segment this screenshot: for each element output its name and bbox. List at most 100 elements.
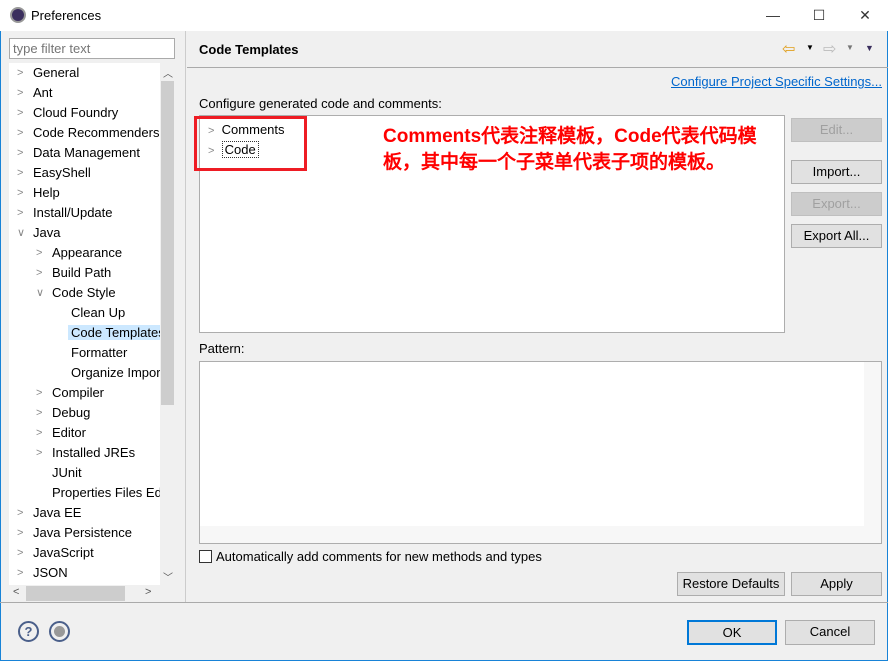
tree-item[interactable]: Formatter [71,343,127,363]
scroll-thumb[interactable] [161,81,174,405]
expand-icon[interactable]: > [36,263,46,283]
expand-icon[interactable]: > [36,383,46,403]
tree-item-label: JUnit [52,465,82,480]
tree-item[interactable]: > Cloud Foundry [17,103,119,123]
tree-item[interactable]: > Java EE [17,503,81,523]
collapse-icon[interactable]: ∨ [17,223,27,243]
tree-item[interactable]: Properties Files Editor [52,483,160,503]
tree-item[interactable]: ∨ Java [17,223,60,243]
tree-item[interactable]: > Java Persistence [17,523,132,543]
footer-separator [0,602,888,603]
expand-icon[interactable]: > [36,243,46,263]
apply-button[interactable]: Apply [791,572,882,596]
preferences-tree: > General > Ant > Cloud Foundry > Code Recommen… [9,63,160,585]
scroll-right-icon[interactable]: > [145,586,151,598]
cancel-button[interactable]: Cancel [785,620,875,645]
scroll-up-icon[interactable]: ︿ [163,65,173,80]
export-button[interactable]: Export... [791,192,882,216]
tree-item[interactable]: Organize Imports [71,363,160,383]
minimize-button[interactable]: — [750,0,796,31]
maximize-button[interactable]: ☐ [796,0,842,31]
tree-vertical-scrollbar[interactable]: ︿ ﹀ [160,63,175,585]
pattern-editor[interactable] [199,361,882,544]
window-title: Preferences [31,8,102,23]
forward-icon[interactable]: ⇨ [823,39,836,59]
pattern-vertical-scrollbar[interactable] [864,362,881,526]
import-button[interactable]: Import... [791,160,882,184]
collapse-icon[interactable]: ∨ [36,283,46,303]
h-scroll-thumb[interactable] [26,586,125,601]
view-menu-icon[interactable]: ▼ [865,43,874,53]
tree-item-label: JavaScript [33,545,94,560]
tree-item-label: Code Recommenders [33,125,160,140]
scroll-down-icon[interactable]: ﹀ [163,569,173,584]
expand-icon[interactable]: > [17,203,27,223]
help-icon[interactable]: ? [18,621,39,642]
tree-item[interactable]: ∨ Code Style [36,283,116,303]
tree-item-label: JSON [33,565,68,580]
tree-item[interactable]: > Installed JREs [36,443,136,463]
tree-item-label: Editor [52,425,86,440]
tree-item-label: General [33,65,80,80]
expand-icon[interactable]: > [17,523,27,543]
expand-icon[interactable]: > [17,123,27,143]
tree-item[interactable]: > Help [17,183,60,203]
tree-item[interactable]: > General [17,63,80,83]
tree-item-label: Formatter [71,345,128,360]
expand-icon[interactable]: > [17,563,27,583]
expand-icon[interactable]: > [17,183,27,203]
ok-button[interactable]: OK [687,620,777,645]
back-icon[interactable]: ⇦ [782,39,795,59]
expand-icon[interactable]: > [36,423,46,443]
tree-item[interactable]: Code Templates [68,323,160,343]
tree-item[interactable]: JUnit [52,463,82,483]
restore-defaults-button[interactable]: Restore Defaults [677,572,785,596]
tree-item[interactable]: > JavaScript [17,543,94,563]
tree-item[interactable]: > Editor [36,423,86,443]
tree-item[interactable]: > Appearance [36,243,122,263]
tree-item[interactable]: Clean Up [71,303,125,323]
title-bar: Preferences — ☐ ✕ [0,0,888,31]
tree-item-label: Install/Update [33,205,113,220]
expand-icon[interactable]: > [17,543,27,563]
tree-item-label: Organize Imports [71,365,160,380]
export-all-button[interactable]: Export All... [791,224,882,248]
tree-horizontal-scrollbar[interactable]: < > [9,585,175,602]
eclipse-icon [10,7,26,23]
auto-comments-checkbox[interactable] [199,550,212,563]
back-menu-icon[interactable]: ▼ [806,43,814,52]
expand-icon[interactable]: > [17,143,27,163]
tree-item[interactable]: > Debug [36,403,91,423]
tree-item-label: Ant [33,85,53,100]
tree-item[interactable]: > Code Recommenders [17,123,160,143]
tree-item[interactable]: > Compiler [36,383,104,403]
tree-item[interactable]: > JSON [17,563,68,583]
expand-icon[interactable]: > [36,443,46,463]
expand-icon[interactable]: > [17,163,27,183]
record-icon[interactable] [49,621,70,642]
tree-item-label: Debug [52,405,91,420]
pattern-horizontal-scrollbar[interactable] [200,526,881,543]
filter-input[interactable] [9,38,175,59]
expand-icon[interactable]: > [17,63,27,83]
expand-icon[interactable]: > [17,503,27,523]
tree-item[interactable]: > EasyShell [17,163,91,183]
tree-item-label: Data Management [33,145,140,160]
tree-item[interactable]: > Build Path [36,263,111,283]
tree-item[interactable]: > Ant [17,83,53,103]
description-label: Configure generated code and comments: [199,96,442,111]
annotation-text: Comments代表注释模板，Code代表代码模板，其中每一个子菜单代表子项的模… [383,126,757,173]
tree-item-label: Code Style [52,285,116,300]
forward-menu-icon[interactable]: ▼ [846,43,854,52]
expand-icon[interactable]: > [36,403,46,423]
edit-button[interactable]: Edit... [791,118,882,142]
configure-project-link[interactable]: Configure Project Specific Settings... [671,74,882,89]
tree-item[interactable]: > Install/Update [17,203,113,223]
expand-icon[interactable]: > [17,83,27,103]
tree-item-label: Cloud Foundry [33,105,119,120]
close-button[interactable]: ✕ [842,0,888,31]
scroll-left-icon[interactable]: < [13,586,19,598]
expand-icon[interactable]: > [17,103,27,123]
tree-item-label: Installed JREs [52,445,136,460]
tree-item[interactable]: > Data Management [17,143,140,163]
